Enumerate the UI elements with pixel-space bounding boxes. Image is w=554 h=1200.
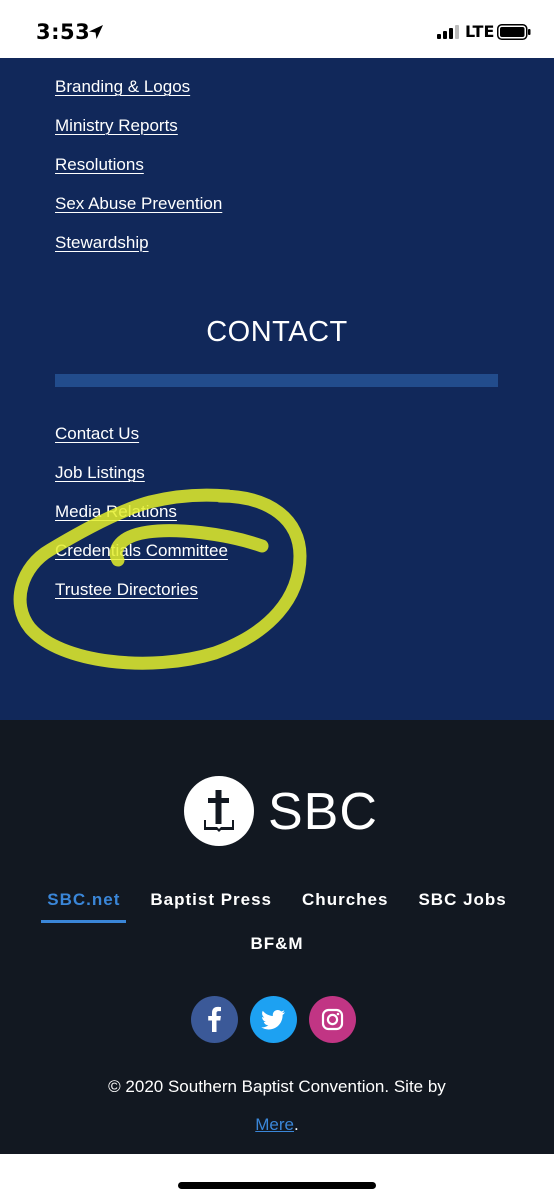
site-footer: SBC SBC.net Baptist Press Churches SBC J… [0, 720, 554, 1154]
status-bar: 3:53 LTE [0, 0, 554, 58]
instagram-button[interactable] [309, 996, 356, 1043]
nav-bfm[interactable]: BF&M [250, 934, 303, 953]
contact-divider [55, 374, 498, 387]
job-listings-link[interactable]: Job Listings [55, 463, 145, 482]
trustee-directories-link[interactable]: Trustee Directories [55, 580, 198, 599]
location-arrow-icon [88, 24, 104, 45]
twitter-icon [261, 1010, 285, 1030]
media-relations-link[interactable]: Media Relations [55, 502, 177, 521]
home-indicator[interactable] [178, 1182, 376, 1189]
list-item: Branding & Logos [55, 77, 222, 116]
list-item: Media Relations [55, 502, 228, 541]
resources-link-list: Branding & Logos Ministry Reports Resolu… [55, 77, 222, 272]
list-item: Trustee Directories [55, 580, 228, 619]
nav-sbc-jobs[interactable]: SBC Jobs [412, 890, 512, 923]
ministry-reports-link[interactable]: Ministry Reports [55, 116, 178, 135]
status-time: 3:53 [36, 20, 91, 44]
contact-us-link[interactable]: Contact Us [55, 424, 139, 443]
mere-link[interactable]: Mere [255, 1115, 294, 1134]
nav-baptist-press[interactable]: Baptist Press [144, 890, 278, 923]
list-item: Job Listings [55, 463, 228, 502]
branding-logos-link[interactable]: Branding & Logos [55, 77, 190, 96]
list-item: Resolutions [55, 155, 222, 194]
nav-sbc-net[interactable]: SBC.net [41, 890, 127, 923]
site-by-suffix: . [294, 1115, 299, 1134]
nav-churches[interactable]: Churches [296, 890, 394, 923]
list-item: Credentials Committee [55, 541, 228, 580]
list-item: Sex Abuse Prevention [55, 194, 222, 233]
cellular-signal-icon [437, 25, 459, 44]
site-by-line: Mere. [0, 1115, 554, 1135]
resolutions-link[interactable]: Resolutions [55, 155, 144, 174]
footer-nav-second-row: BF&M [0, 934, 554, 954]
list-item: Ministry Reports [55, 116, 222, 155]
sbc-logo-mark[interactable] [184, 776, 254, 846]
list-item: Contact Us [55, 424, 228, 463]
battery-icon [497, 24, 531, 45]
footer-links-section: Branding & Logos Ministry Reports Resolu… [0, 58, 554, 720]
sex-abuse-prevention-link[interactable]: Sex Abuse Prevention [55, 194, 222, 213]
instagram-icon [321, 1008, 344, 1031]
facebook-button[interactable] [191, 996, 238, 1043]
twitter-button[interactable] [250, 996, 297, 1043]
credentials-committee-link[interactable]: Credentials Committee [55, 541, 228, 560]
facebook-icon [208, 1006, 221, 1032]
stewardship-link[interactable]: Stewardship [55, 233, 149, 252]
cross-bible-icon [204, 790, 234, 832]
contact-link-list: Contact Us Job Listings Media Relations … [55, 424, 228, 619]
home-indicator-area [0, 1154, 554, 1200]
list-item: Stewardship [55, 233, 222, 272]
network-type: LTE [465, 22, 495, 41]
footer-nav: SBC.net Baptist Press Churches SBC Jobs [0, 890, 554, 923]
sbc-logo-text: SBC [268, 783, 378, 841]
copyright-text: © 2020 Southern Baptist Convention. Site… [108, 1077, 446, 1096]
contact-heading: CONTACT [206, 316, 348, 348]
